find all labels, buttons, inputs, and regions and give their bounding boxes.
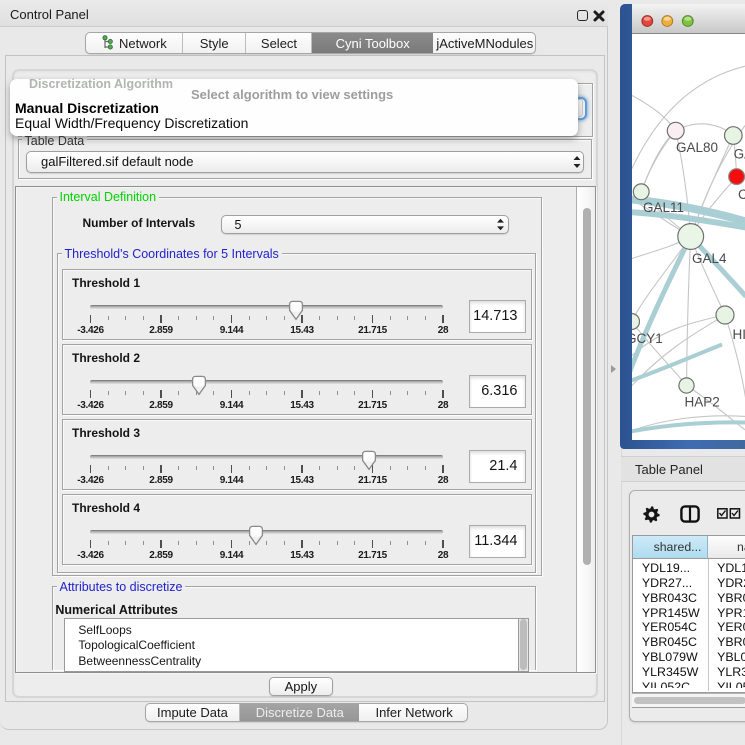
svg-text:GAL4: GAL4 xyxy=(692,251,727,266)
svg-text:GA: GA xyxy=(734,146,745,161)
svg-text:HI: HI xyxy=(733,327,745,342)
svg-text:GCY1: GCY1 xyxy=(632,331,663,346)
svg-text:HAP2: HAP2 xyxy=(685,394,720,409)
svg-text:GAL11: GAL11 xyxy=(643,200,684,215)
svg-text:CD: CD xyxy=(738,187,745,202)
svg-text:GAL80: GAL80 xyxy=(676,139,718,154)
